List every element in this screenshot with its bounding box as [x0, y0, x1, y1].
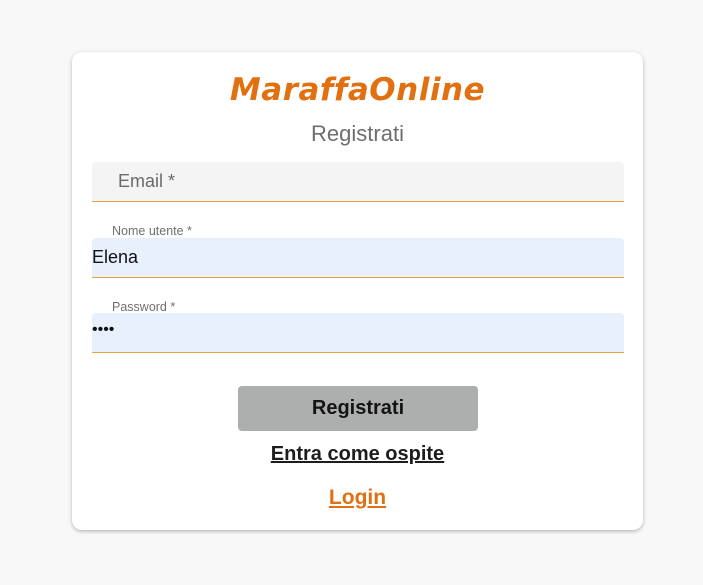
- login-link-row: Login: [72, 486, 643, 510]
- password-label: Password *: [112, 300, 176, 314]
- password-field[interactable]: ••••: [92, 313, 624, 353]
- login-link[interactable]: Login: [329, 486, 386, 509]
- app-logo: MaraffaOnline: [229, 72, 486, 108]
- password-value: ••••: [92, 321, 115, 338]
- form-title: Registrati: [311, 121, 404, 146]
- guest-link-row: Entra come ospite: [72, 443, 643, 466]
- register-card: MaraffaOnline Registrati Email * Nome ut…: [72, 52, 643, 530]
- email-field[interactable]: Email *: [92, 162, 624, 202]
- username-value: Elena: [92, 247, 139, 267]
- username-label: Nome utente *: [112, 224, 192, 238]
- guest-link[interactable]: Entra come ospite: [271, 443, 444, 465]
- username-field[interactable]: Elena: [92, 238, 624, 278]
- register-button[interactable]: Registrati: [238, 386, 478, 431]
- email-placeholder: Email *: [118, 171, 176, 191]
